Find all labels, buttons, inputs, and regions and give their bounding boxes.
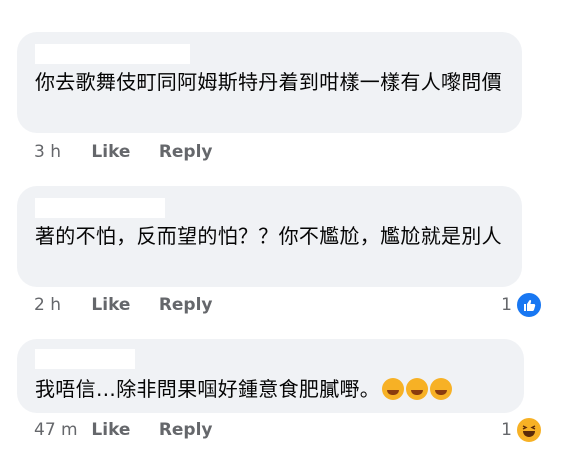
reply-button[interactable]: Reply bbox=[159, 420, 213, 440]
reaction-count: 1 bbox=[501, 295, 512, 315]
joy-emoji bbox=[382, 378, 405, 400]
redacted-author-name bbox=[35, 198, 165, 218]
comment-bubble: 著的不怕，反而望的怕？？你不尷尬，尷尬就是別人 bbox=[17, 186, 522, 287]
rofl-emoji bbox=[430, 378, 453, 400]
comment-actions: 3 h Like Reply bbox=[34, 142, 213, 162]
comment-text: 你去歌舞伎町同阿姆斯特丹着到咁樣一樣有人嚟問價 bbox=[35, 70, 502, 94]
redacted-author-name bbox=[35, 44, 190, 64]
haha-icon bbox=[516, 417, 542, 443]
comment-bubble: 我唔信…除非問果啯好鍾意食肥膩嘢。 bbox=[17, 339, 524, 413]
comment-text-body: 我唔信…除非問果啯好鍾意食肥膩嘢。 bbox=[35, 377, 381, 401]
redacted-author-name bbox=[35, 349, 135, 369]
like-button[interactable]: Like bbox=[91, 420, 153, 440]
reaction-summary[interactable]: 1 bbox=[501, 292, 542, 318]
rofl-emoji bbox=[406, 378, 429, 400]
reaction-summary[interactable]: 1 bbox=[501, 417, 542, 443]
reply-button[interactable]: Reply bbox=[159, 142, 213, 162]
comment-actions: 47 m Like Reply bbox=[34, 420, 213, 440]
like-button[interactable]: Like bbox=[91, 295, 153, 315]
like-icon bbox=[516, 292, 542, 318]
comment-timestamp[interactable]: 2 h bbox=[34, 295, 86, 315]
comment-actions: 2 h Like Reply bbox=[34, 295, 213, 315]
comment-timestamp[interactable]: 3 h bbox=[34, 142, 86, 162]
reply-button[interactable]: Reply bbox=[159, 295, 213, 315]
comment-text: 我唔信…除非問果啯好鍾意食肥膩嘢。 bbox=[35, 376, 508, 402]
reaction-count: 1 bbox=[501, 420, 512, 440]
comment-bubble: 你去歌舞伎町同阿姆斯特丹着到咁樣一樣有人嚟問價 bbox=[17, 32, 522, 133]
like-button[interactable]: Like bbox=[91, 142, 153, 162]
comment-text: 著的不怕，反而望的怕？？你不尷尬，尷尬就是別人 bbox=[35, 224, 502, 248]
comment-timestamp[interactable]: 47 m bbox=[34, 420, 86, 440]
